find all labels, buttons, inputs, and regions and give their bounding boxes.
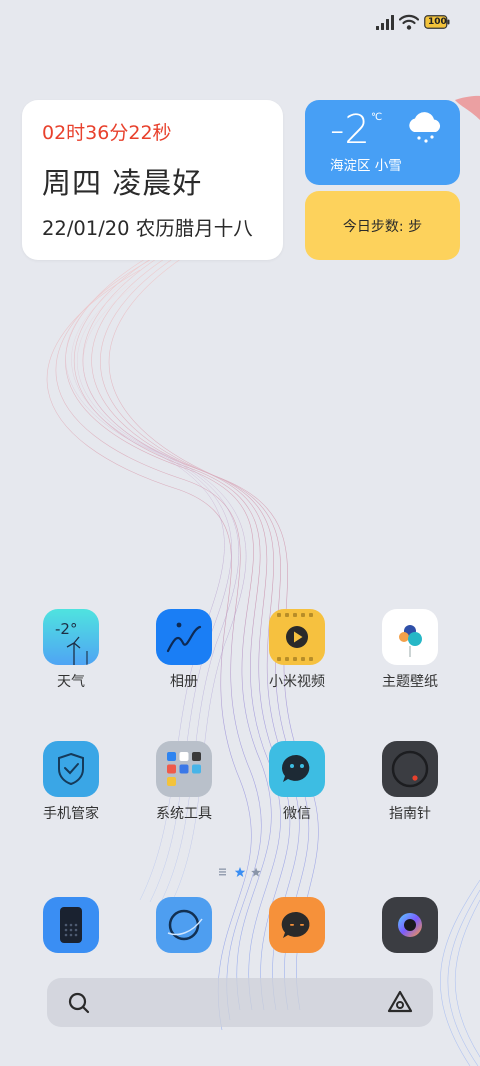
app-label: 指南针 [389, 806, 431, 822]
app-gallery[interactable]: 相册 [139, 609, 229, 709]
compass-icon [382, 741, 438, 797]
browser-icon [156, 897, 212, 953]
weather-icon-temp: -2° [55, 620, 77, 638]
app-wechat[interactable]: 微信 [252, 741, 342, 841]
weather-unit: ℃ [371, 112, 383, 123]
dock-browser[interactable] [156, 897, 212, 953]
status-bar: 100 [0, 0, 480, 46]
clock-time: 02时36分22秒 [42, 122, 172, 144]
camera-icon [382, 897, 438, 953]
page-indicator[interactable] [218, 866, 268, 878]
wechat-icon [269, 741, 325, 797]
app-security[interactable]: 手机管家 [26, 741, 116, 841]
messages-icon [269, 897, 325, 953]
snow-cloud-icon [409, 112, 441, 143]
signal-icon [376, 15, 394, 30]
page-dot-home [219, 868, 226, 876]
clock-date: 22/01/20 农历腊月十八 [42, 217, 253, 240]
app-video[interactable]: 小米视频 [252, 609, 342, 709]
page-dot [251, 867, 261, 877]
steps-label: 今日步数: 步 [342, 218, 423, 235]
wifi-icon [399, 14, 419, 30]
dock-messages[interactable] [269, 897, 325, 953]
search-bar[interactable] [47, 978, 433, 1027]
search-icon[interactable] [67, 991, 91, 1015]
dock-camera[interactable] [382, 897, 438, 953]
app-label: 小米视频 [269, 674, 325, 690]
app-label: 天气 [57, 674, 85, 690]
page-dot-current [234, 867, 246, 877]
app-compass[interactable]: 指南针 [365, 741, 455, 841]
steps-widget[interactable]: 今日步数: 步 [305, 191, 460, 260]
security-icon [43, 741, 99, 797]
weather-widget[interactable]: -2 ℃ 海淀区 小雪 [305, 100, 460, 185]
assistant-icon[interactable] [387, 990, 413, 1014]
app-label: 相册 [170, 674, 198, 690]
app-label: 系统工具 [156, 806, 212, 822]
dock-phone[interactable] [43, 897, 99, 953]
weather-location: 海淀区 小雪 [330, 158, 402, 174]
clock-widget[interactable]: 02时36分22秒 周四 凌晨好 22/01/20 农历腊月十八 [22, 100, 283, 260]
weather-icon: -2° [43, 609, 99, 665]
clock-greeting: 周四 凌晨好 [42, 166, 203, 200]
tools-folder-icon [156, 741, 212, 797]
app-label: 主题壁纸 [382, 674, 438, 690]
gallery-icon [156, 609, 212, 665]
app-label: 手机管家 [43, 806, 99, 822]
app-label: 微信 [283, 806, 311, 822]
video-icon [269, 609, 325, 665]
weather-temperature: -2 [330, 107, 370, 153]
themes-icon [382, 609, 438, 665]
app-tools-folder[interactable]: 系统工具 [139, 741, 229, 841]
app-themes[interactable]: 主题壁纸 [365, 609, 455, 709]
battery-level: 100 [428, 17, 447, 27]
app-weather[interactable]: -2° 天气 [26, 609, 116, 709]
phone-icon [43, 897, 99, 953]
